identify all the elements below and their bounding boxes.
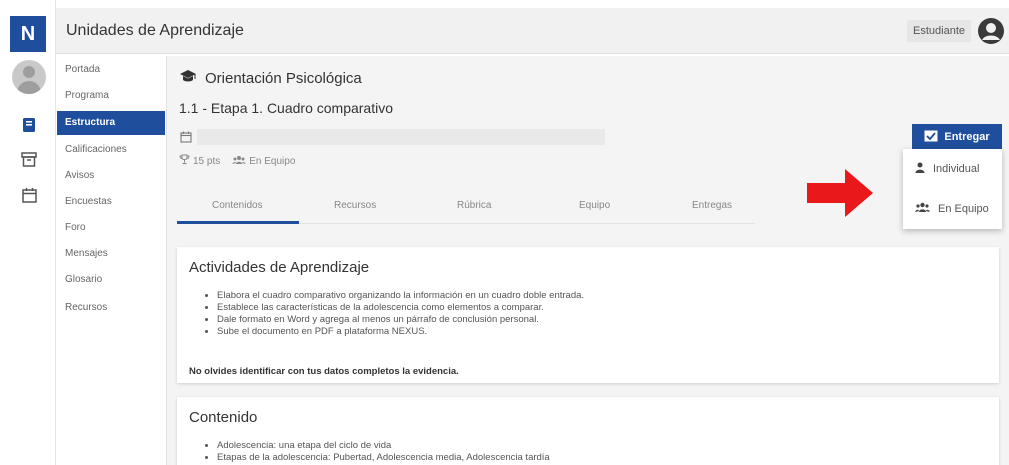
upload-icon (924, 130, 938, 145)
archive-icon[interactable] (20, 150, 38, 168)
points-info: 15 pts (179, 154, 220, 168)
logo-letter: N (20, 22, 36, 45)
dropdown-item-en-equipo[interactable]: En Equipo (903, 189, 1002, 229)
app-title: Unidades de Aprendizaje (66, 22, 244, 39)
tab-recursos[interactable]: Recursos (334, 200, 376, 211)
list-item: Dale formato en Word y agrega al menos u… (217, 314, 584, 326)
content-list: Adolescencia: una etapa del ciclo de vid… (217, 440, 550, 464)
dropdown-item-individual[interactable]: Individual (903, 149, 1002, 189)
tab-equipo[interactable]: Equipo (579, 200, 610, 211)
person-icon (915, 162, 925, 176)
points-text: 15 pts (193, 155, 221, 167)
user-account-icon[interactable] (977, 17, 1005, 45)
tab-contenidos[interactable]: Contenidos (212, 200, 263, 211)
activity-meta: 15 pts En Equipo (179, 154, 295, 168)
activity-title: 1.1 - Etapa 1. Cuadro comparativo (179, 100, 394, 116)
top-header: Unidades de Aprendizaje Estudiante (56, 8, 1009, 54)
book-icon[interactable] (20, 116, 38, 134)
list-item: Sube el documento en PDF a plataforma NE… (217, 326, 584, 338)
nav-item-avisos[interactable]: Avisos (57, 164, 165, 188)
content-card: Contenido Adolescencia: una etapa del ci… (177, 397, 999, 465)
main-content: Orientación Psicológica 1.1 - Etapa 1. C… (166, 56, 1009, 465)
activities-list: Elabora el cuadro comparativo organizand… (217, 290, 584, 338)
nav-item-mensajes[interactable]: Mensajes (57, 242, 165, 266)
graduation-cap-icon (179, 69, 197, 87)
calendar-icon[interactable] (20, 186, 38, 204)
course-title: Orientación Psicológica (179, 69, 362, 87)
date-bar (197, 129, 605, 145)
calendar-icon (180, 130, 192, 143)
icon-rail: N (0, 0, 56, 465)
submit-button[interactable]: Entregar (912, 124, 1002, 150)
tab-rubrica[interactable]: Rúbrica (457, 200, 491, 211)
dropdown-item-label: En Equipo (938, 203, 989, 215)
list-item: Etapas de la adolescencia: Pubertad, Ado… (217, 452, 550, 464)
nav-item-portada[interactable]: Portada (57, 58, 165, 82)
course-title-text: Orientación Psicológica (205, 69, 362, 87)
evidence-note: No olvides identificar con tus datos com… (189, 366, 459, 377)
list-item: Elabora el cuadro comparativo organizand… (217, 290, 584, 302)
submit-button-label: Entregar (944, 131, 990, 143)
nav-item-calificaciones[interactable]: Calificaciones (57, 138, 165, 162)
content-tabs: Contenidos Recursos Rúbrica Equipo Entre… (177, 188, 755, 224)
activities-heading: Actividades de Aprendizaje (189, 259, 370, 276)
nav-item-programa[interactable]: Programa (57, 84, 165, 108)
user-role-badge[interactable]: Estudiante (907, 20, 971, 42)
mode-info: En Equipo (232, 155, 295, 168)
nav-item-glosario[interactable]: Glosario (57, 268, 165, 292)
nav-item-encuestas[interactable]: Encuestas (57, 190, 165, 214)
list-item: Establece las características de la adol… (217, 302, 584, 314)
nav-item-recursos[interactable]: Recursos (57, 296, 165, 320)
nav-item-foro[interactable]: Foro (57, 216, 165, 240)
submit-dropdown-menu: Individual En Equipo (903, 149, 1002, 229)
tab-entregas[interactable]: Entregas (692, 200, 732, 211)
avatar[interactable] (12, 60, 46, 94)
dropdown-item-label: Individual (933, 163, 980, 175)
red-arrow-icon (807, 169, 873, 217)
list-item: Adolescencia: una etapa del ciclo de vid… (217, 440, 550, 452)
app-logo[interactable]: N (10, 16, 46, 52)
team-icon (232, 155, 246, 168)
team-icon (915, 202, 930, 216)
mode-text: En Equipo (249, 155, 296, 167)
active-tab-indicator (177, 221, 299, 224)
activities-card: Actividades de Aprendizaje Elabora el cu… (177, 247, 999, 383)
content-heading: Contenido (189, 409, 258, 426)
nav-item-estructura[interactable]: Estructura (57, 111, 165, 135)
course-nav-menu: Portada Programa Estructura Calificacion… (57, 56, 165, 465)
trophy-icon (179, 154, 190, 168)
